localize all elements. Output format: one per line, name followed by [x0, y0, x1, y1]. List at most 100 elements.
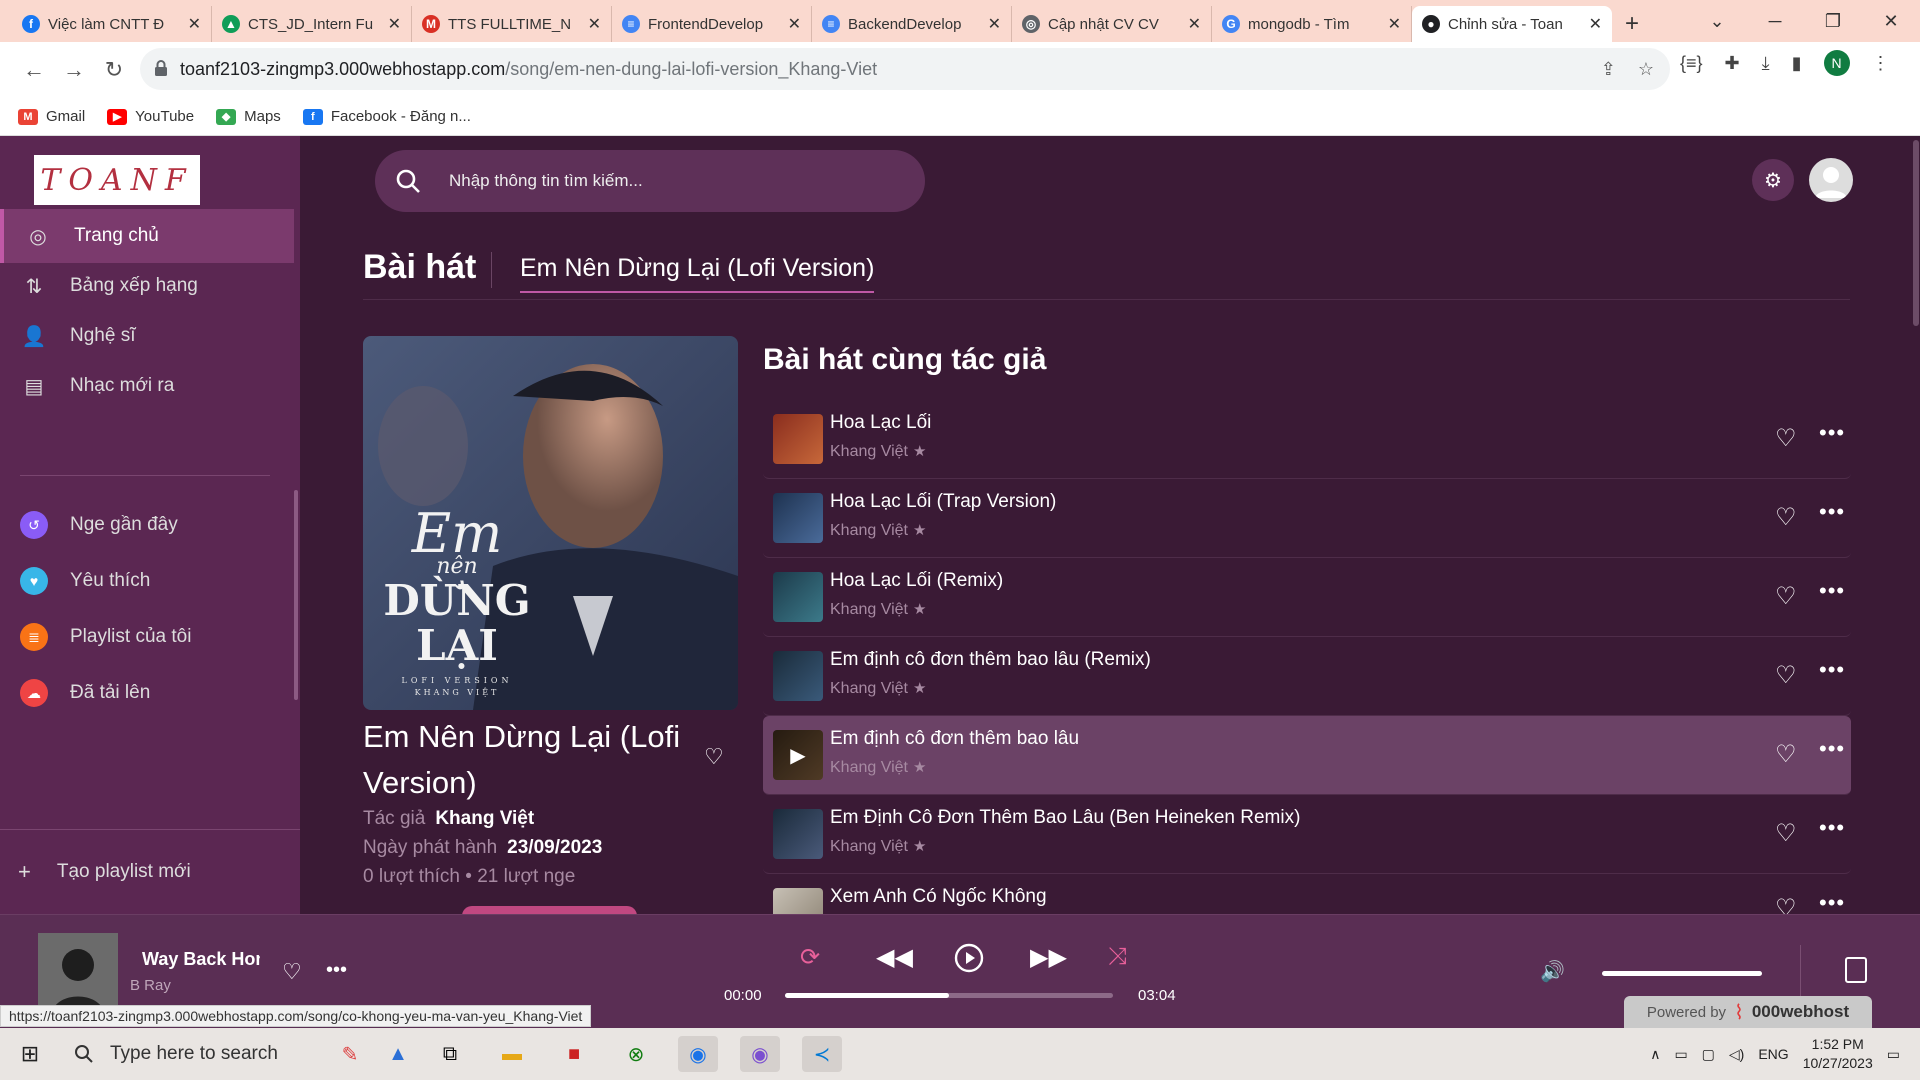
heart-icon[interactable]: ♡: [704, 744, 724, 770]
battery-icon[interactable]: ▭: [1674, 1046, 1687, 1063]
notification-icon[interactable]: ▭: [1887, 1046, 1900, 1063]
search-bar[interactable]: Nhập thông tin tìm kiếm...: [375, 150, 925, 212]
heart-icon[interactable]: ♡: [1775, 424, 1797, 453]
artist-name[interactable]: Khang Việt: [830, 601, 908, 618]
song-name[interactable]: Xem Anh Có Ngốc Không: [830, 886, 1047, 908]
list-item[interactable]: Hoa Lạc Lối (Trap Version) Khang Việt ★ ♡ ••…: [763, 479, 1851, 558]
browser-tab[interactable]: ◎ Cập nhật CV CV ✕: [1012, 6, 1212, 42]
more-options-icon[interactable]: •••: [1819, 890, 1845, 916]
clock[interactable]: 1:52 PM 10/27/2023: [1803, 1035, 1873, 1073]
browser-tab[interactable]: ▲ CTS_JD_Intern Fu ✕: [212, 6, 412, 42]
reload-button[interactable]: ↻: [94, 57, 134, 83]
devtools-ext-icon[interactable]: {≡}: [1680, 53, 1703, 74]
sidebar-item[interactable]: ◎ Trang chủ: [0, 209, 294, 263]
bookmark-item[interactable]: ▶ YouTube: [107, 108, 194, 125]
bookmark-star-icon[interactable]: ☆: [1638, 59, 1654, 80]
site-logo[interactable]: TOANF: [34, 155, 200, 205]
browser-tab[interactable]: ● Chỉnh sửa - Toan ✕: [1412, 6, 1612, 42]
sidebar-library-item[interactable]: ≣ Playlist của tôi: [0, 610, 294, 664]
close-icon[interactable]: ✕: [388, 14, 401, 34]
browser-tab[interactable]: M TTS FULLTIME_N ✕: [412, 6, 612, 42]
tab-current-song[interactable]: Em Nên Dừng Lại (Lofi Version): [520, 254, 875, 293]
play-icon[interactable]: [954, 943, 984, 980]
previous-icon[interactable]: ◀◀: [876, 943, 913, 972]
url-input[interactable]: toanf2103-zingmp3.000webhostapp.com/song…: [140, 48, 1670, 90]
sidebar-item[interactable]: 👤 Nghệ sĩ: [0, 309, 294, 363]
bookmark-item[interactable]: M Gmail: [18, 108, 85, 125]
close-icon[interactable]: ✕: [1388, 14, 1401, 34]
gear-icon[interactable]: ⚙: [1752, 159, 1794, 201]
close-window-button[interactable]: ✕: [1862, 11, 1920, 32]
sidebar-library-item[interactable]: ↺ Nge gần đây: [0, 498, 294, 552]
avatar[interactable]: [1809, 158, 1853, 202]
sidebar-item[interactable]: ▤ Nhạc mới ra: [0, 359, 294, 413]
search-input[interactable]: Nhập thông tin tìm kiếm...: [449, 171, 643, 191]
close-icon[interactable]: ✕: [1188, 14, 1201, 34]
sidebar-item[interactable]: ⇅ Bảng xếp hạng: [0, 259, 294, 313]
more-options-icon[interactable]: •••: [1819, 578, 1845, 604]
repeat-icon[interactable]: ⟳: [800, 943, 820, 972]
side-panel-icon[interactable]: ▮: [1792, 53, 1802, 74]
powered-by-badge[interactable]: Powered by ⌇ 000webhost: [1624, 996, 1872, 1028]
heart-icon[interactable]: ♡: [1775, 819, 1797, 848]
more-options-icon[interactable]: •••: [1819, 815, 1845, 841]
browser-tab[interactable]: ≡ BackendDevelop ✕: [812, 6, 1012, 42]
minimize-button[interactable]: ─: [1746, 11, 1804, 32]
chevron-up-icon[interactable]: ∧: [1650, 1046, 1660, 1063]
chrome-icon[interactable]: ◉: [678, 1036, 718, 1072]
heart-icon[interactable]: ♡: [282, 959, 302, 985]
queue-icon[interactable]: [1845, 957, 1867, 983]
song-name[interactable]: Em định cô đơn thêm bao lâu (Remix): [830, 649, 1151, 671]
language-indicator[interactable]: ENG: [1758, 1046, 1788, 1062]
xbox-icon[interactable]: ⊗: [616, 1036, 656, 1072]
author-link[interactable]: Khang Việt: [435, 808, 534, 829]
volume-icon[interactable]: 🔊: [1540, 959, 1565, 984]
sidebar-library-item[interactable]: ♥ Yêu thích: [0, 554, 294, 608]
artist-name[interactable]: Khang Việt: [830, 522, 908, 539]
network-icon[interactable]: ▢: [1702, 1046, 1715, 1063]
close-icon[interactable]: ✕: [588, 14, 601, 34]
artist-name[interactable]: Khang Việt: [830, 443, 908, 460]
browser-tab[interactable]: Gmongodb - Tìm ✕: [1212, 6, 1412, 42]
game-app-icon[interactable]: ■: [554, 1036, 594, 1072]
song-name[interactable]: Em định cô đơn thêm bao lâu: [830, 728, 1079, 750]
close-icon[interactable]: ✕: [788, 14, 801, 34]
more-options-icon[interactable]: •••: [1819, 736, 1845, 762]
now-playing-title[interactable]: Way Back Home: [142, 949, 260, 970]
maximize-button[interactable]: ❐: [1804, 11, 1862, 32]
progress-bar[interactable]: [785, 993, 1113, 998]
tab-search-icon[interactable]: ⌄: [1688, 11, 1746, 32]
bookmark-item[interactable]: ◆ Maps: [216, 108, 281, 125]
heart-icon[interactable]: ♡: [1775, 740, 1797, 769]
file-explorer-icon[interactable]: ▬: [492, 1036, 532, 1072]
puzzle-icon[interactable]: ✚: [1725, 53, 1740, 74]
more-options-icon[interactable]: •••: [1819, 499, 1845, 525]
share-icon[interactable]: ⇪: [1601, 59, 1616, 80]
heart-icon[interactable]: ♡: [1775, 582, 1797, 611]
more-options-icon[interactable]: •••: [1819, 657, 1845, 683]
song-name[interactable]: Hoa Lạc Lối (Remix): [830, 570, 1003, 592]
list-item[interactable]: Hoa Lạc Lối Khang Việt ★ ♡ •••: [763, 400, 1851, 479]
menu-kebab-icon[interactable]: ⋮: [1872, 53, 1890, 74]
more-options-icon[interactable]: •••: [326, 959, 347, 982]
close-icon[interactable]: ✕: [988, 14, 1001, 34]
song-name[interactable]: Em Định Cô Đơn Thêm Bao Lâu (Ben Heineke…: [830, 807, 1300, 829]
heart-icon[interactable]: ♡: [1775, 661, 1797, 690]
list-item[interactable]: Em Định Cô Đơn Thêm Bao Lâu (Ben Heineke…: [763, 795, 1851, 874]
download-icon[interactable]: ⤓: [1762, 53, 1770, 74]
more-options-icon[interactable]: •••: [1819, 420, 1845, 446]
new-playlist-button[interactable]: + Tạo playlist mới: [0, 829, 300, 914]
back-button[interactable]: ←: [14, 57, 54, 83]
sidebar-scrollbar[interactable]: [294, 490, 298, 700]
now-playing-artist[interactable]: B Ray: [130, 977, 171, 994]
close-icon[interactable]: ✕: [1589, 14, 1602, 34]
vscode-icon[interactable]: ≺: [802, 1036, 842, 1072]
paint-app-icon[interactable]: ✎: [330, 1036, 370, 1072]
speaker-icon[interactable]: ◁): [1729, 1046, 1744, 1063]
forward-button[interactable]: →: [54, 57, 94, 83]
profile-avatar[interactable]: N: [1823, 50, 1850, 76]
bucket-app-icon[interactable]: ▲: [378, 1036, 418, 1072]
list-item[interactable]: Hoa Lạc Lối (Remix) Khang Việt ★ ♡ •••: [763, 558, 1851, 637]
page-scrollbar[interactable]: [1912, 136, 1920, 914]
list-item[interactable]: Em định cô đơn thêm bao lâu (Remix) Khang…: [763, 637, 1851, 716]
